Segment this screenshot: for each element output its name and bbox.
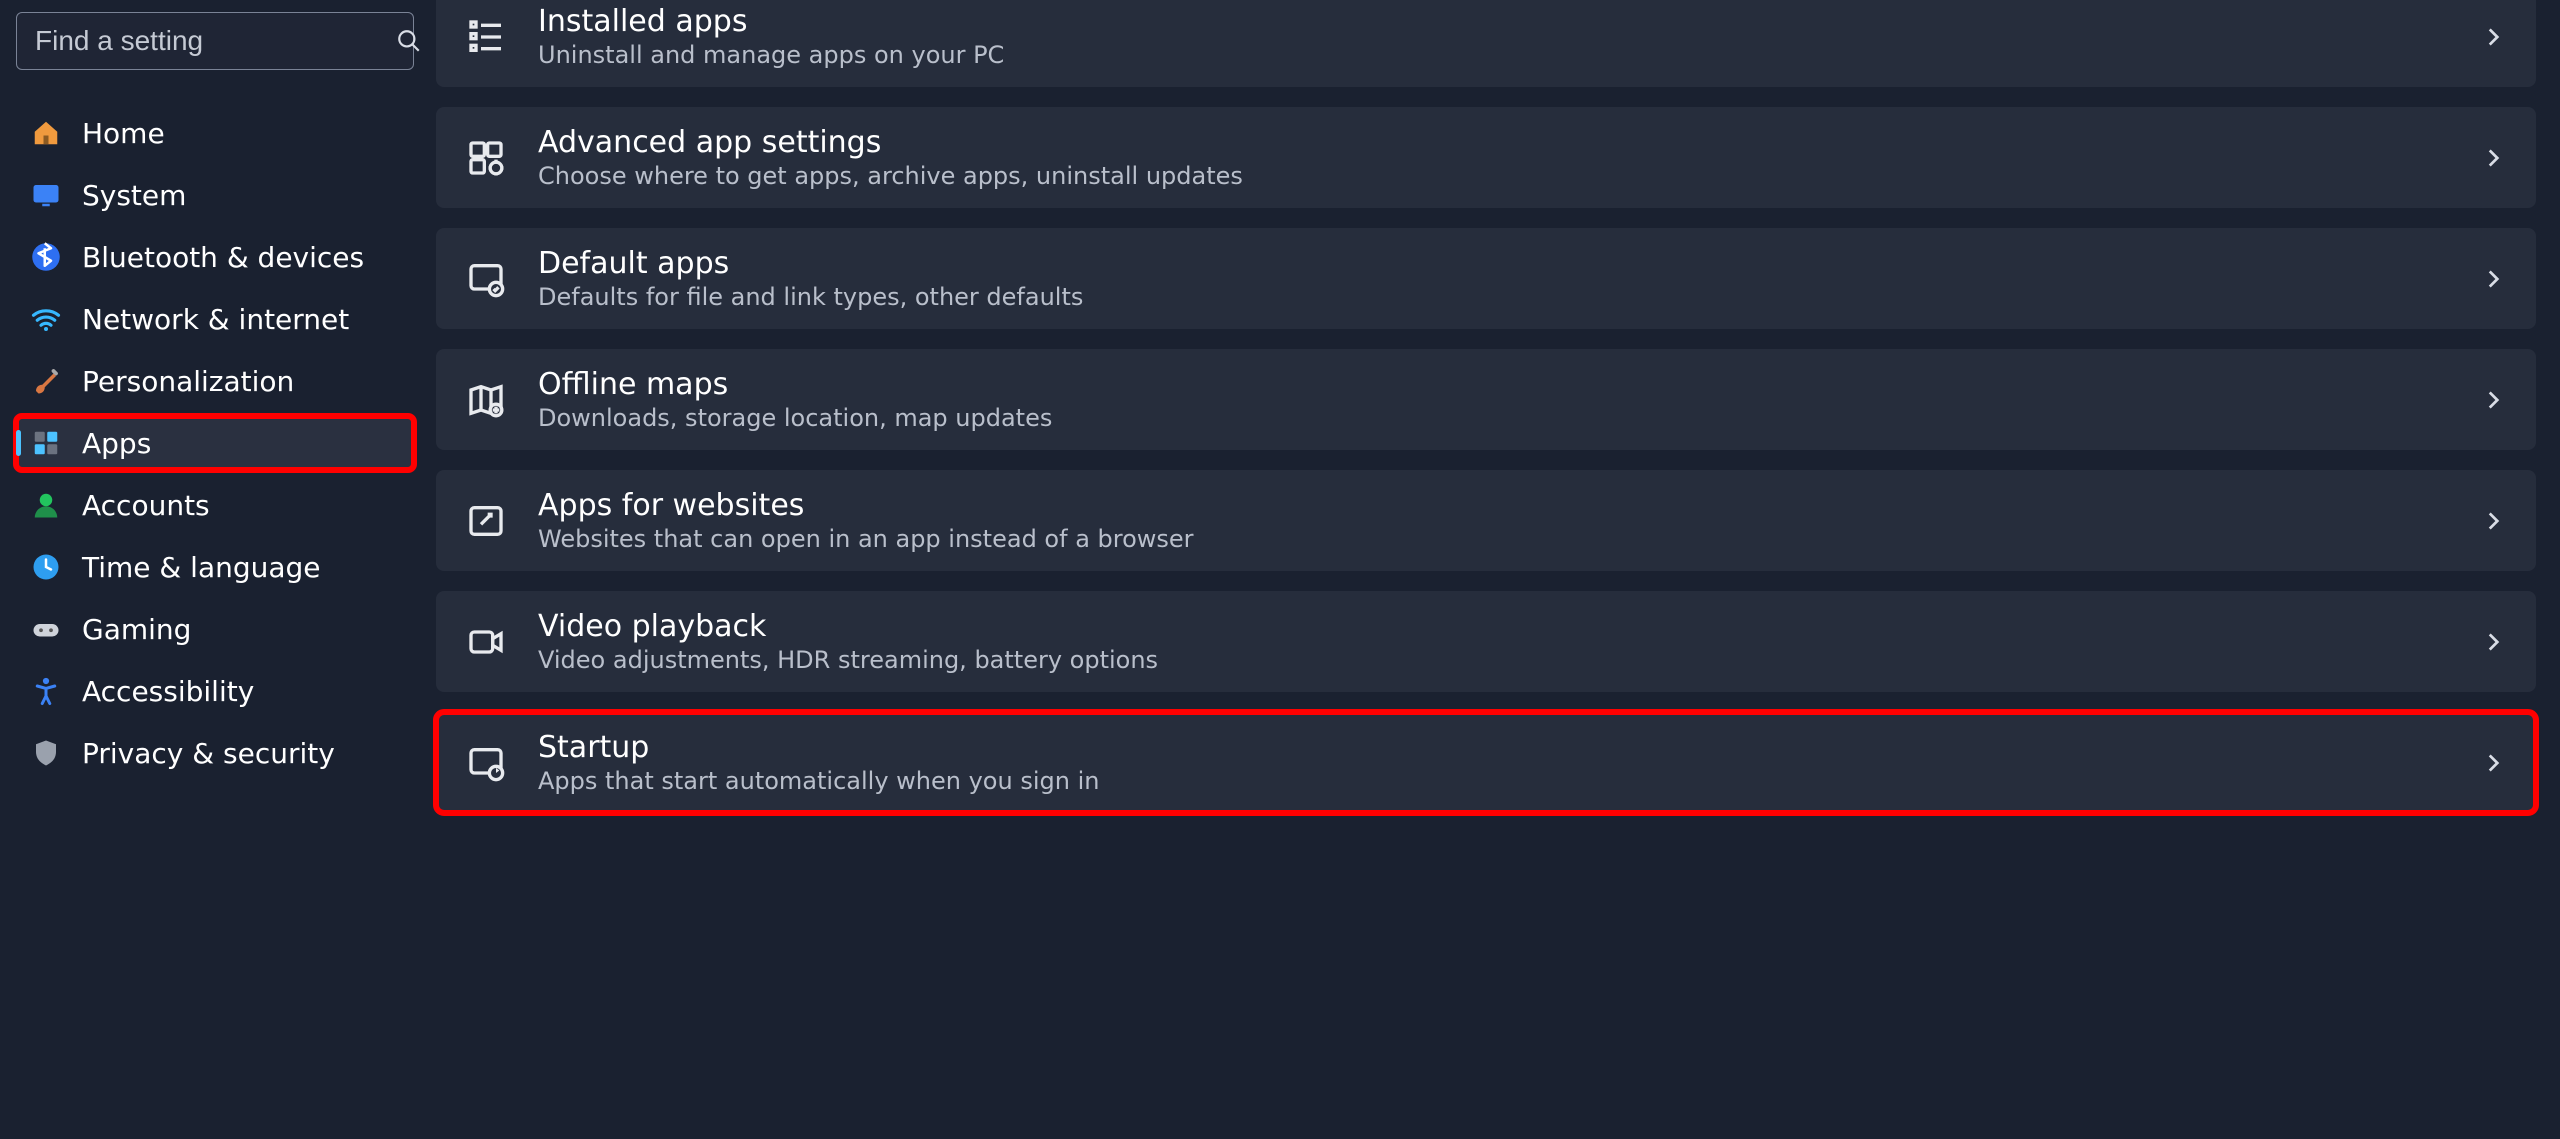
- card-title: Offline maps: [538, 367, 2480, 402]
- sidebar-item-accounts[interactable]: Accounts: [16, 478, 414, 532]
- map-icon: [464, 378, 508, 422]
- search-box[interactable]: [16, 12, 414, 70]
- card-title: Default apps: [538, 246, 2480, 281]
- card-text: Apps for websites Websites that can open…: [538, 488, 2480, 553]
- card-advanced-app-settings[interactable]: Advanced app settings Choose where to ge…: [436, 107, 2536, 208]
- apps-gear-icon: [464, 136, 508, 180]
- card-video-playback[interactable]: Video playback Video adjustments, HDR st…: [436, 591, 2536, 692]
- sidebar-item-label: Time & language: [82, 551, 321, 584]
- card-sub: Apps that start automatically when you s…: [538, 767, 2480, 795]
- sidebar-item-home[interactable]: Home: [16, 106, 414, 160]
- card-sub: Downloads, storage location, map updates: [538, 404, 2480, 432]
- sidebar-item-label: Accounts: [82, 489, 210, 522]
- sidebar: Home System Bluetooth & devices Network …: [0, 0, 430, 1139]
- sidebar-item-personalization[interactable]: Personalization: [16, 354, 414, 408]
- shield-icon: [30, 737, 62, 769]
- clock-icon: [30, 551, 62, 583]
- link-app-icon: [464, 499, 508, 543]
- card-title: Installed apps: [538, 4, 2480, 39]
- sidebar-item-label: Apps: [82, 427, 151, 460]
- system-icon: [30, 179, 62, 211]
- sidebar-item-network[interactable]: Network & internet: [16, 292, 414, 346]
- card-text: Advanced app settings Choose where to ge…: [538, 125, 2480, 190]
- sidebar-item-label: Network & internet: [82, 303, 349, 336]
- sidebar-item-label: System: [82, 179, 186, 212]
- sidebar-item-label: Accessibility: [82, 675, 254, 708]
- sidebar-item-label: Gaming: [82, 613, 191, 646]
- chevron-right-icon: [2480, 266, 2506, 292]
- chevron-right-icon: [2480, 145, 2506, 171]
- sidebar-item-time-language[interactable]: Time & language: [16, 540, 414, 594]
- apps-icon: [30, 427, 62, 459]
- card-offline-maps[interactable]: Offline maps Downloads, storage location…: [436, 349, 2536, 450]
- card-text: Default apps Defaults for file and link …: [538, 246, 2480, 311]
- card-text: Startup Apps that start automatically wh…: [538, 730, 2480, 795]
- chevron-right-icon: [2480, 387, 2506, 413]
- video-icon: [464, 620, 508, 664]
- card-title: Startup: [538, 730, 2480, 765]
- sidebar-item-gaming[interactable]: Gaming: [16, 602, 414, 656]
- card-installed-apps[interactable]: Installed apps Uninstall and manage apps…: [436, 0, 2536, 87]
- card-sub: Websites that can open in an app instead…: [538, 525, 2480, 553]
- main-content: Installed apps Uninstall and manage apps…: [430, 0, 2560, 1139]
- list-icon: [464, 15, 508, 59]
- accessibility-icon: [30, 675, 62, 707]
- chevron-right-icon: [2480, 24, 2506, 50]
- sidebar-item-label: Personalization: [82, 365, 294, 398]
- sidebar-item-apps[interactable]: Apps: [16, 416, 414, 470]
- search-input[interactable]: [35, 25, 396, 57]
- sidebar-item-system[interactable]: System: [16, 168, 414, 222]
- card-startup[interactable]: Startup Apps that start automatically wh…: [436, 712, 2536, 813]
- card-sub: Video adjustments, HDR streaming, batter…: [538, 646, 2480, 674]
- sidebar-item-label: Privacy & security: [82, 737, 335, 770]
- search-icon: [396, 28, 422, 54]
- chevron-right-icon: [2480, 629, 2506, 655]
- chevron-right-icon: [2480, 508, 2506, 534]
- brush-icon: [30, 365, 62, 397]
- card-sub: Choose where to get apps, archive apps, …: [538, 162, 2480, 190]
- card-default-apps[interactable]: Default apps Defaults for file and link …: [436, 228, 2536, 329]
- sidebar-item-accessibility[interactable]: Accessibility: [16, 664, 414, 718]
- startup-icon: [464, 741, 508, 785]
- card-text: Video playback Video adjustments, HDR st…: [538, 609, 2480, 674]
- card-sub: Defaults for file and link types, other …: [538, 283, 2480, 311]
- sidebar-item-label: Bluetooth & devices: [82, 241, 364, 274]
- card-text: Installed apps Uninstall and manage apps…: [538, 4, 2480, 69]
- default-apps-icon: [464, 257, 508, 301]
- chevron-right-icon: [2480, 750, 2506, 776]
- sidebar-item-privacy[interactable]: Privacy & security: [16, 726, 414, 780]
- card-title: Advanced app settings: [538, 125, 2480, 160]
- card-sub: Uninstall and manage apps on your PC: [538, 41, 2480, 69]
- gamepad-icon: [30, 613, 62, 645]
- card-title: Apps for websites: [538, 488, 2480, 523]
- bluetooth-icon: [30, 241, 62, 273]
- card-title: Video playback: [538, 609, 2480, 644]
- card-apps-for-websites[interactable]: Apps for websites Websites that can open…: [436, 470, 2536, 571]
- home-icon: [30, 117, 62, 149]
- sidebar-item-label: Home: [82, 117, 165, 150]
- card-text: Offline maps Downloads, storage location…: [538, 367, 2480, 432]
- sidebar-item-bluetooth[interactable]: Bluetooth & devices: [16, 230, 414, 284]
- wifi-icon: [30, 303, 62, 335]
- person-icon: [30, 489, 62, 521]
